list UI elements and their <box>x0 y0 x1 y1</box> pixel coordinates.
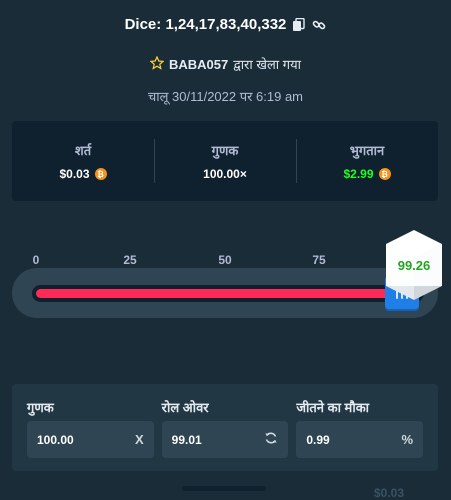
stat-bet-value: $0.03 <box>59 167 90 181</box>
copy-icon[interactable] <box>292 17 306 32</box>
link-icon[interactable] <box>312 18 326 32</box>
stat-bet: शर्त $0.03 ₿ <box>12 141 154 181</box>
multiplier-input[interactable]: 100.00 X <box>27 421 154 458</box>
bet-date: चालू 30/11/2022 पर 6:19 am <box>147 89 304 104</box>
multiplier-suffix: X <box>135 432 144 447</box>
bet-params-panel: गुणक 100.00 X रोल ओवर 99.01 जीतने का मौक… <box>12 384 438 471</box>
stat-bet-label: शर्त <box>74 143 92 158</box>
rollover-input[interactable]: 99.01 <box>161 421 289 458</box>
star-icon <box>149 55 165 73</box>
stat-payout: भुगतान $2.99 ₿ <box>296 139 438 183</box>
stat-multiplier-value: 100.00× <box>203 167 247 181</box>
partial-bet-amount: $0.03 <box>374 486 405 500</box>
scroll-indicator <box>182 486 266 491</box>
stat-payout-label: भुगतान <box>349 143 385 158</box>
dice-result-value: 99.26 <box>397 258 431 273</box>
rollover-value: 99.01 <box>171 432 202 447</box>
bet-title: Dice: 1,24,17,83,40,332 <box>124 16 287 33</box>
rollover-field: रोल ओवर 99.01 <box>161 398 289 471</box>
stat-multiplier-label: गुणक <box>211 143 239 158</box>
player-name[interactable]: BABA057 <box>169 57 228 72</box>
rollover-label: रोल ओवर <box>161 400 209 415</box>
bet-stats-panel: शर्त $0.03 ₿ गुणक 100.00× भुगतान $2.99 ₿ <box>12 121 438 201</box>
win-chance-value: 0.99 <box>306 432 330 447</box>
stat-multiplier: गुणक 100.00× <box>154 139 296 183</box>
win-chance-input[interactable]: 0.99 % <box>296 421 424 458</box>
multiplier-label: गुणक <box>27 400 54 415</box>
multiplier-value: 100.00 <box>37 432 74 447</box>
bitcoin-icon: ₿ <box>94 168 107 180</box>
stat-multiplier-value-row: 100.00× <box>154 167 296 181</box>
percent-suffix: % <box>401 432 414 447</box>
dice-slider[interactable] <box>12 268 438 318</box>
win-chance-field: जीतने का मौका 0.99 % <box>296 398 424 471</box>
slider-lose-range <box>36 289 414 298</box>
player-row: BABA057 द्वारा खेला गया <box>0 55 451 73</box>
refresh-icon[interactable] <box>264 431 278 448</box>
bitcoin-icon: ₿ <box>378 168 391 180</box>
win-chance-label: जीतने का मौका <box>296 400 370 415</box>
stat-payout-value-row: $2.99 ₿ <box>296 167 438 181</box>
played-by-text: द्वारा खेला गया <box>233 57 302 72</box>
stat-payout-value: $2.99 <box>343 167 374 181</box>
bet-header: Dice: 1,24,17,83,40,332 BABA057 द्वारा खे… <box>0 16 451 105</box>
title-row: Dice: 1,24,17,83,40,332 <box>0 16 451 33</box>
stat-bet-value-row: $0.03 ₿ <box>12 167 154 181</box>
dice-result-marker: 99.26 <box>384 228 444 302</box>
slider-track <box>32 285 424 302</box>
multiplier-field: गुणक 100.00 X <box>27 398 154 471</box>
